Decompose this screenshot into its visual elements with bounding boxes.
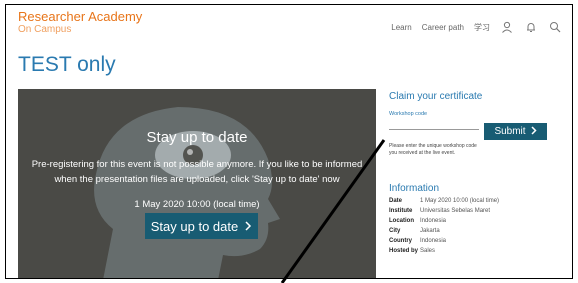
info-row-institute: Institute Universitas Sebelas Maret	[389, 207, 499, 217]
information-table: Date 1 May 2020 10:00 (local time) Insti…	[389, 197, 499, 257]
event-datetime: 1 May 2020 10:00 (local time)	[134, 199, 260, 210]
hero-message: Pre-registering for this event is not po…	[31, 159, 363, 185]
nav-item-language[interactable]: 学习	[474, 22, 490, 33]
info-label: Institute	[389, 208, 413, 214]
info-label: City	[389, 228, 401, 234]
stay-up-to-date-button[interactable]: Stay up to date	[145, 213, 258, 239]
chevron-right-icon	[530, 125, 537, 138]
brand-subtitle: On Campus	[18, 24, 72, 35]
nav-item-career-path[interactable]: Career path	[422, 23, 464, 32]
workshop-code-label: Workshop code	[389, 111, 428, 117]
info-value: Jakarta	[420, 228, 440, 234]
info-value: Universitas Sebelas Maret	[420, 208, 491, 214]
hero-heading: Stay up to date	[146, 129, 248, 146]
hero-banner: Stay up to date Pre-registering for this…	[18, 89, 376, 278]
information-title: Information	[389, 183, 440, 194]
submit-button[interactable]: Submit	[484, 123, 547, 140]
browser-frame: Researcher Academy On Campus Learn Caree…	[5, 4, 573, 279]
user-icon[interactable]	[500, 20, 514, 34]
info-value: Sales	[420, 248, 436, 254]
page-title: TEST only	[18, 53, 116, 76]
info-value: 1 May 2020 10:00 (local time)	[420, 198, 500, 204]
workshop-code-row: Submit	[389, 119, 569, 141]
info-value: Indonesia	[420, 218, 447, 224]
info-row-date: Date 1 May 2020 10:00 (local time)	[389, 197, 499, 207]
chevron-right-icon	[244, 219, 252, 234]
info-label: Date	[389, 198, 403, 204]
top-nav: Learn Career path 学习	[391, 20, 562, 34]
sidebar: Claim your certificate Workshop code Sub…	[389, 91, 569, 257]
info-row-city: City Jakarta	[389, 227, 499, 237]
info-label: Country	[389, 238, 412, 244]
info-value: Indonesia	[420, 238, 447, 244]
workshop-code-note: Please enter the unique workshop code yo…	[389, 143, 477, 156]
submit-label: Submit	[494, 126, 526, 137]
info-label: Location	[389, 218, 414, 224]
nav-item-learn[interactable]: Learn	[391, 23, 411, 32]
info-row-country: Country Indonesia	[389, 237, 499, 247]
brand-logo[interactable]: Researcher Academy On Campus	[18, 9, 143, 36]
claim-certificate-title: Claim your certificate	[389, 91, 483, 102]
info-label: Hosted by	[389, 248, 419, 254]
info-row-hosted-by: Hosted by Sales	[389, 247, 499, 257]
search-icon[interactable]	[548, 20, 562, 34]
stay-up-to-date-label: Stay up to date	[150, 218, 239, 234]
bell-icon[interactable]	[524, 20, 538, 34]
info-row-location: Location Indonesia	[389, 217, 499, 227]
workshop-code-input[interactable]	[389, 129, 479, 130]
brand-name: Researcher Academy	[18, 9, 143, 24]
